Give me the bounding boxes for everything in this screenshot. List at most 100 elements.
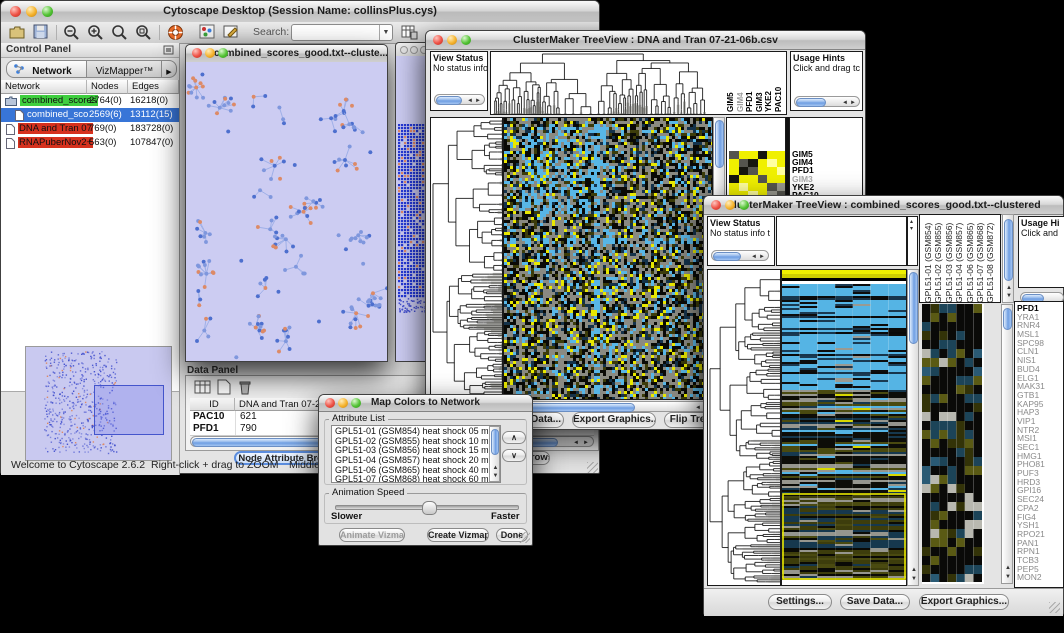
column-header-network[interactable]: Network	[1, 80, 87, 94]
search-input[interactable]: ▼	[291, 24, 393, 41]
table-import-icon[interactable]	[401, 24, 418, 40]
treeview2-zoom-heatmap[interactable]	[922, 304, 984, 584]
tab-vizmapper-label: VizMapper™	[96, 66, 154, 77]
animation-speed-label: Animation Speed	[329, 487, 407, 498]
delete-attribute-icon[interactable]	[238, 379, 252, 395]
treeview2-labels-vscrollbar[interactable]: ▲▼	[1002, 214, 1014, 303]
treeview2-export-graphics-button[interactable]: Export Graphics...	[919, 594, 1009, 610]
close-button[interactable]	[400, 46, 408, 54]
treeview1-export-graphics-button[interactable]: Export Graphics...	[572, 412, 656, 428]
faster-label: Faster	[491, 511, 520, 522]
main-resize-grip[interactable]	[587, 462, 598, 473]
dialog-resize-grip[interactable]	[519, 532, 530, 543]
view-status-scrollbar[interactable]: ◄►	[711, 250, 769, 261]
treeview2-zoom-vscrollbar[interactable]: ▲▼	[1001, 304, 1013, 584]
zoom-button[interactable]	[218, 48, 228, 58]
slider-thumb[interactable]	[422, 501, 437, 515]
network-view-canvas[interactable]	[186, 62, 387, 361]
minimize-button[interactable]	[410, 46, 418, 54]
close-button[interactable]	[10, 6, 21, 17]
animation-speed-slider[interactable]	[335, 505, 519, 510]
column-header-nodes[interactable]: Nodes	[87, 80, 128, 94]
annotation-icon[interactable]	[199, 24, 216, 40]
treeview1-row-dendrogram-panel[interactable]	[430, 117, 503, 400]
treeview2-save-data-button[interactable]: Save Data...	[840, 594, 910, 610]
data-header-id[interactable]: ID	[190, 398, 235, 411]
help-lifering-icon[interactable]	[167, 24, 184, 41]
tab-vizmapper[interactable]: VizMapper™	[86, 60, 163, 78]
move-up-button[interactable]: ∧	[502, 431, 526, 444]
treeview2-usage-hints: Usage Hi Click and	[1018, 216, 1064, 288]
zoom-button[interactable]	[739, 200, 749, 210]
attribute-listbox[interactable]: GPL51-01 (GSM854) heat shock 05 minGPL51…	[331, 425, 501, 483]
main-titlebar[interactable]: Cytoscape Desktop (Session Name: collins…	[1, 1, 599, 23]
treeview1-usage-hints: Usage Hints Click and drag tc ◄►	[790, 51, 863, 111]
treeview2-resize-grip[interactable]	[1049, 602, 1060, 613]
usage-hints-scrollbar[interactable]: ◄►	[794, 96, 860, 107]
birdseye-view[interactable]	[25, 346, 172, 461]
usage-hints-text: Click and	[1021, 228, 1064, 238]
attribute-list-scrollbar[interactable]: ▲▼	[489, 426, 500, 482]
create-vizmap-button[interactable]: Create Vizmap	[427, 528, 489, 542]
treeview2-settings-button[interactable]: Settings...	[768, 594, 832, 610]
treeview2-column-dendrogram-panel[interactable]	[776, 216, 907, 266]
view-status-scrollbar[interactable]: ◄►	[434, 94, 485, 105]
move-down-button[interactable]: ∨	[502, 449, 526, 462]
zoom-button[interactable]	[461, 35, 471, 45]
close-button[interactable]	[433, 35, 443, 45]
search-dropdown-arrow[interactable]: ▼	[379, 25, 392, 40]
attribute-select-icon[interactable]	[194, 379, 212, 395]
zoom-out-icon[interactable]	[63, 24, 80, 41]
treeview2-column-scroll-strip[interactable]: ▴▾	[907, 216, 918, 266]
network-view-titlebar[interactable]: combined_scores_good.txt--cluste...	[186, 45, 387, 63]
treeview2-bottom-bar: Settings... Save Data... Export Graphics…	[704, 588, 1063, 616]
treeview1-titlebar[interactable]: ClusterMaker TreeView : DNA and Tran 07-…	[426, 31, 865, 50]
control-panel-title: Control Panel	[6, 44, 71, 55]
zoom-in-icon[interactable]	[87, 24, 104, 41]
network-row-combined-scores[interactable]: combined_scores 2764(0) 16218(0)	[1, 94, 179, 108]
zoom-button[interactable]	[351, 398, 361, 408]
column-header-edges[interactable]: Edges	[128, 80, 179, 94]
slower-label: Slower	[331, 511, 362, 522]
status-welcome: Welcome to Cytoscape 2.6.2	[11, 459, 145, 471]
minimize-button[interactable]	[26, 6, 37, 17]
treeview1-hscrollbar[interactable]: ◄►	[503, 401, 713, 412]
treeview1-column-dendrogram-panel[interactable]: GIM5GIM4PFD1GIM3YKE2PAC10	[490, 51, 787, 115]
treeview2-titlebar[interactable]: ClusterMaker TreeView : combined_scores_…	[704, 196, 1063, 215]
treeview2-gene-list[interactable]: PFD1YRA1RNR4MSL1SPC98CLN1NIS1BUD4ELG1MAK…	[1014, 301, 1064, 588]
close-button[interactable]	[325, 398, 335, 408]
float-panel-icon[interactable]	[163, 45, 174, 55]
treeview1-summary-heatmap[interactable]	[729, 151, 786, 199]
close-button[interactable]	[192, 48, 202, 58]
save-session-icon[interactable]	[33, 24, 49, 40]
edit-network-icon[interactable]	[223, 24, 240, 40]
network-tab-icon	[14, 64, 24, 74]
close-button[interactable]	[711, 200, 721, 210]
tab-network[interactable]: Network	[6, 60, 88, 78]
scroll-right-icon[interactable]: ►	[583, 440, 589, 446]
network-row-dna-tran[interactable]: DNA and Tran 07 769(0) 183728(0)	[1, 122, 179, 136]
minimize-button[interactable]	[447, 35, 457, 45]
birdseye-selection-rect[interactable]	[94, 385, 164, 435]
data-row-id[interactable]: PAC10	[193, 411, 225, 422]
minimize-button[interactable]	[725, 200, 735, 210]
treeview2-column-labels: GPL51-01 (GSM854)GPL51-02 (GSM855)GPL51-…	[923, 217, 996, 303]
treeview1-heatmap[interactable]	[503, 117, 713, 400]
animate-vizmap-button[interactable]: Animate Vizmap	[339, 528, 405, 542]
network-row-rnapuber[interactable]: RNAPuberNov2+ 563(0) 107847(0)	[1, 136, 179, 150]
usage-hints-title: Usage Hints	[793, 53, 862, 63]
data-row-id[interactable]: PFD1	[193, 423, 219, 434]
zoom-button[interactable]	[42, 6, 53, 17]
scroll-left-icon[interactable]: ◄	[573, 440, 579, 446]
tab-more-button[interactable]: ▶	[161, 60, 177, 78]
network-row-combined-sco-selected[interactable]: combined_sco 2569(6) 13112(15)	[1, 108, 179, 122]
minimize-button[interactable]	[205, 48, 215, 58]
treeview2-vscrollbar[interactable]: ▲▼	[907, 269, 919, 586]
zoom-selected-icon[interactable]	[111, 24, 128, 41]
zoom-fit-icon[interactable]	[135, 24, 152, 41]
treeview2-row-dendrogram-panel[interactable]	[707, 269, 781, 586]
new-attribute-icon[interactable]	[217, 379, 231, 395]
open-session-icon[interactable]	[9, 24, 26, 40]
minimize-button[interactable]	[338, 398, 348, 408]
treeview2-heatmap[interactable]	[781, 269, 907, 586]
